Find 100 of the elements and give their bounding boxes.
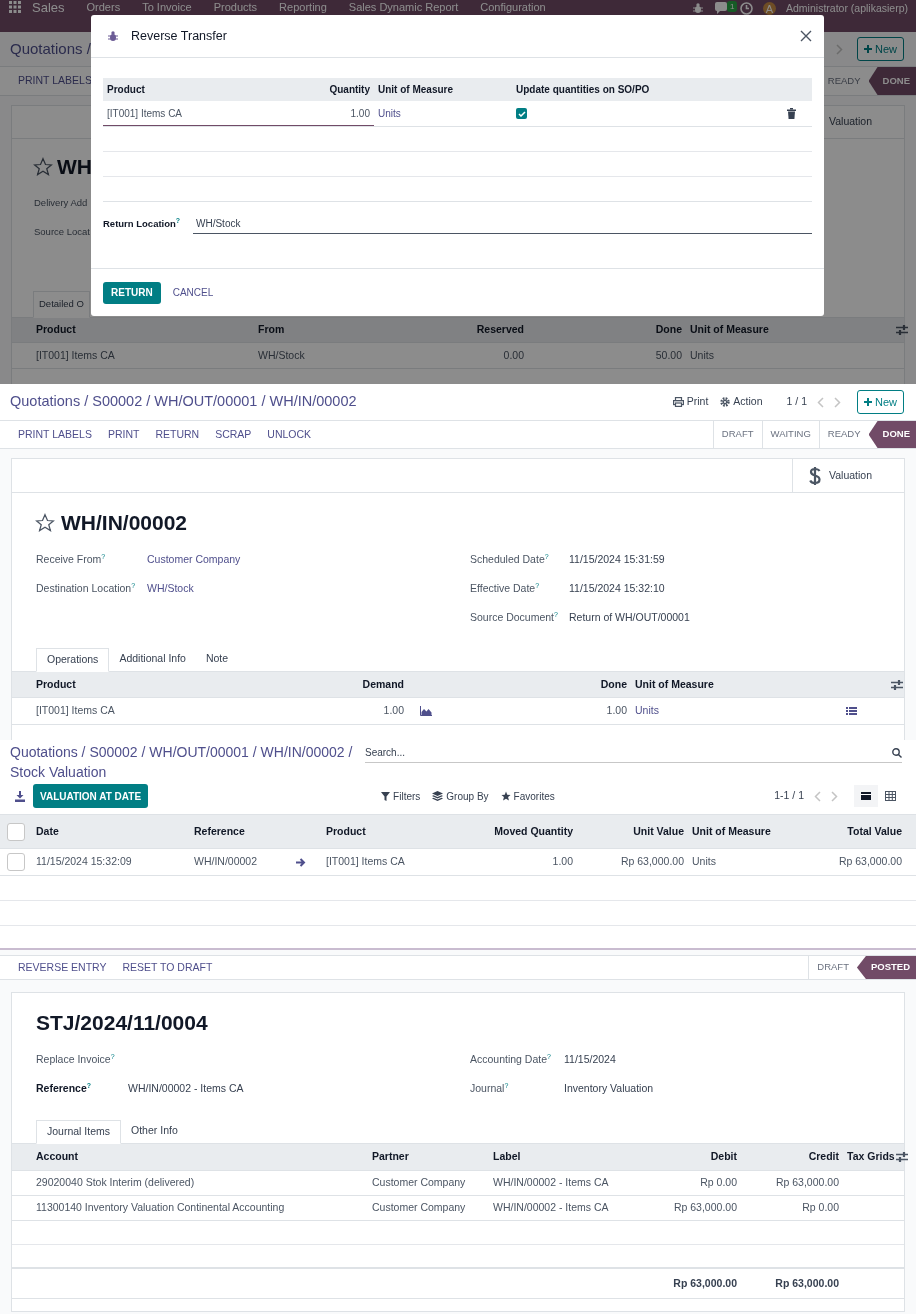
column-header[interactable]: Product (32, 322, 254, 338)
bug-icon[interactable] (107, 30, 119, 42)
pivot-view-icon[interactable] (884, 791, 896, 801)
plus-icon (864, 45, 872, 53)
settings-icon[interactable] (896, 325, 908, 335)
print-button[interactable]: Print (672, 394, 709, 410)
column-header[interactable]: Quantity (246, 82, 374, 97)
column-header[interactable]: Unit Value (577, 823, 688, 840)
tab[interactable]: Note (195, 647, 239, 671)
column-header[interactable]: Tax Grids (843, 1149, 896, 1165)
table-cell-text: 1.00 (350, 106, 370, 121)
breadcrumb: Quotations / (10, 38, 91, 59)
toolbar-button[interactable]: UNLOCK (259, 426, 320, 443)
column-header[interactable]: Done (528, 322, 686, 338)
column-header[interactable]: Unit of Measure (631, 676, 838, 693)
column-header[interactable]: From (254, 322, 370, 338)
tab[interactable]: Operations (36, 648, 110, 672)
column-header[interactable]: Reserved (370, 322, 528, 338)
record-title: WH/IN/00002 (61, 510, 188, 537)
menu-item[interactable]: Configuration (480, 1, 546, 14)
column-header[interactable]: Reference (190, 823, 290, 840)
column-header[interactable]: Credit (741, 1149, 843, 1165)
new-button[interactable]: New (857, 390, 904, 414)
column-header[interactable]: Update quantities on SO/PO (512, 82, 787, 97)
apps-icon[interactable] (9, 1, 21, 13)
column-header[interactable]: Demand (254, 676, 408, 693)
toolbar-button[interactable]: PRINT LABELS (10, 73, 100, 89)
settings-icon[interactable] (891, 679, 903, 690)
clock-icon[interactable] (740, 2, 754, 15)
column-header[interactable]: Unit of Measure (374, 82, 512, 97)
toolbar-button[interactable]: RESET TO DRAFT (114, 959, 221, 976)
field-value: 11/15/2024 (564, 1051, 616, 1067)
select-all-checkbox[interactable] (7, 822, 25, 841)
return-button[interactable]: RETURN (103, 281, 161, 304)
pager: 1-1 / 1 (774, 788, 804, 804)
column-header[interactable]: Partner (368, 1149, 489, 1165)
column-header[interactable]: Unit of Measure (688, 823, 780, 840)
arrow-right-icon[interactable] (296, 857, 306, 867)
menu-item[interactable]: To Invoice (142, 1, 192, 14)
column-header[interactable]: Product (103, 82, 246, 97)
column-header[interactable]: Product (32, 676, 254, 693)
filter-icon[interactable] (381, 791, 391, 801)
table-cell-text: Rp 0.00 (801, 1200, 840, 1216)
status-step[interactable]: DONE (868, 67, 916, 95)
cancel-button[interactable]: CANCEL (170, 281, 216, 304)
tab[interactable]: Additional Info (109, 647, 196, 671)
column-header[interactable]: Account (32, 1149, 368, 1165)
column-header[interactable]: Product (322, 823, 472, 840)
search-icon[interactable] (892, 747, 902, 758)
column-header[interactable]: Done (472, 676, 631, 693)
settings-icon[interactable] (896, 1152, 908, 1162)
trash-icon[interactable] (787, 108, 796, 119)
column-header[interactable]: Total Value (780, 823, 906, 840)
layers-icon[interactable] (432, 791, 444, 801)
app-name[interactable]: Sales (32, 1, 65, 14)
chart-icon[interactable] (420, 706, 432, 716)
group-by-button[interactable]: Group By (432, 788, 489, 804)
bug-icon[interactable] (692, 2, 705, 14)
menu-item[interactable]: Reporting (279, 1, 327, 14)
search-field[interactable]: Search... (365, 743, 892, 762)
download-icon[interactable] (15, 790, 25, 802)
table-cell-text: Units (691, 854, 717, 870)
star-icon[interactable] (35, 513, 55, 533)
return-location-field[interactable]: WH/Stock (193, 214, 812, 234)
favorites-button[interactable]: Favorites (500, 788, 555, 804)
menu-item[interactable]: Orders (86, 1, 121, 14)
menu-item[interactable]: Products (213, 1, 258, 14)
column-header[interactable]: Date (32, 823, 190, 840)
close-icon[interactable] (800, 30, 812, 42)
list-view-icon[interactable] (861, 792, 871, 800)
tab[interactable]: Journal Items (36, 1120, 122, 1144)
toolbar-button[interactable]: RETURN (147, 426, 208, 443)
field-value[interactable]: Customer Company (147, 551, 241, 568)
toolbar-button[interactable]: PRINT (99, 426, 148, 443)
tab[interactable]: Other Info (121, 1119, 188, 1143)
column-header[interactable]: Moved Quantity (472, 823, 577, 840)
gear-icon (720, 397, 731, 407)
status-step[interactable]: DONE (868, 421, 916, 448)
filters-button[interactable]: Filters (381, 788, 421, 804)
toolbar-button[interactable]: SCRAP (207, 426, 260, 443)
field-value[interactable]: WH/Stock (147, 580, 194, 597)
status-step[interactable]: POSTED (856, 956, 916, 979)
list-icon[interactable] (846, 706, 857, 716)
table-cell-text: WH/IN/00002 - Items CA (492, 1175, 610, 1191)
action-menu-button[interactable]: Action (720, 394, 763, 410)
column-header[interactable]: Debit (638, 1149, 741, 1165)
product-field[interactable]: [IT001] Items CA 1.00 (103, 101, 374, 126)
menu-item[interactable]: Sales Dynamic Report (348, 1, 459, 14)
valuation-button[interactable]: Valuation (792, 459, 904, 492)
toolbar-button[interactable]: PRINT LABELS (10, 426, 100, 443)
valuation-at-date-button[interactable]: VALUATION AT DATE (33, 784, 149, 808)
star-icon[interactable] (500, 791, 511, 801)
user-name[interactable]: Administrator (aplikasierp) (786, 2, 908, 15)
checkbox[interactable] (516, 108, 527, 119)
row-checkbox[interactable] (7, 853, 25, 871)
star-icon[interactable] (33, 157, 53, 177)
column-header[interactable]: Unit of Measure (686, 322, 896, 338)
tab[interactable]: Detailed O (33, 291, 90, 318)
toolbar-button[interactable]: REVERSE ENTRY (10, 959, 115, 976)
column-header[interactable]: Label (489, 1149, 638, 1165)
